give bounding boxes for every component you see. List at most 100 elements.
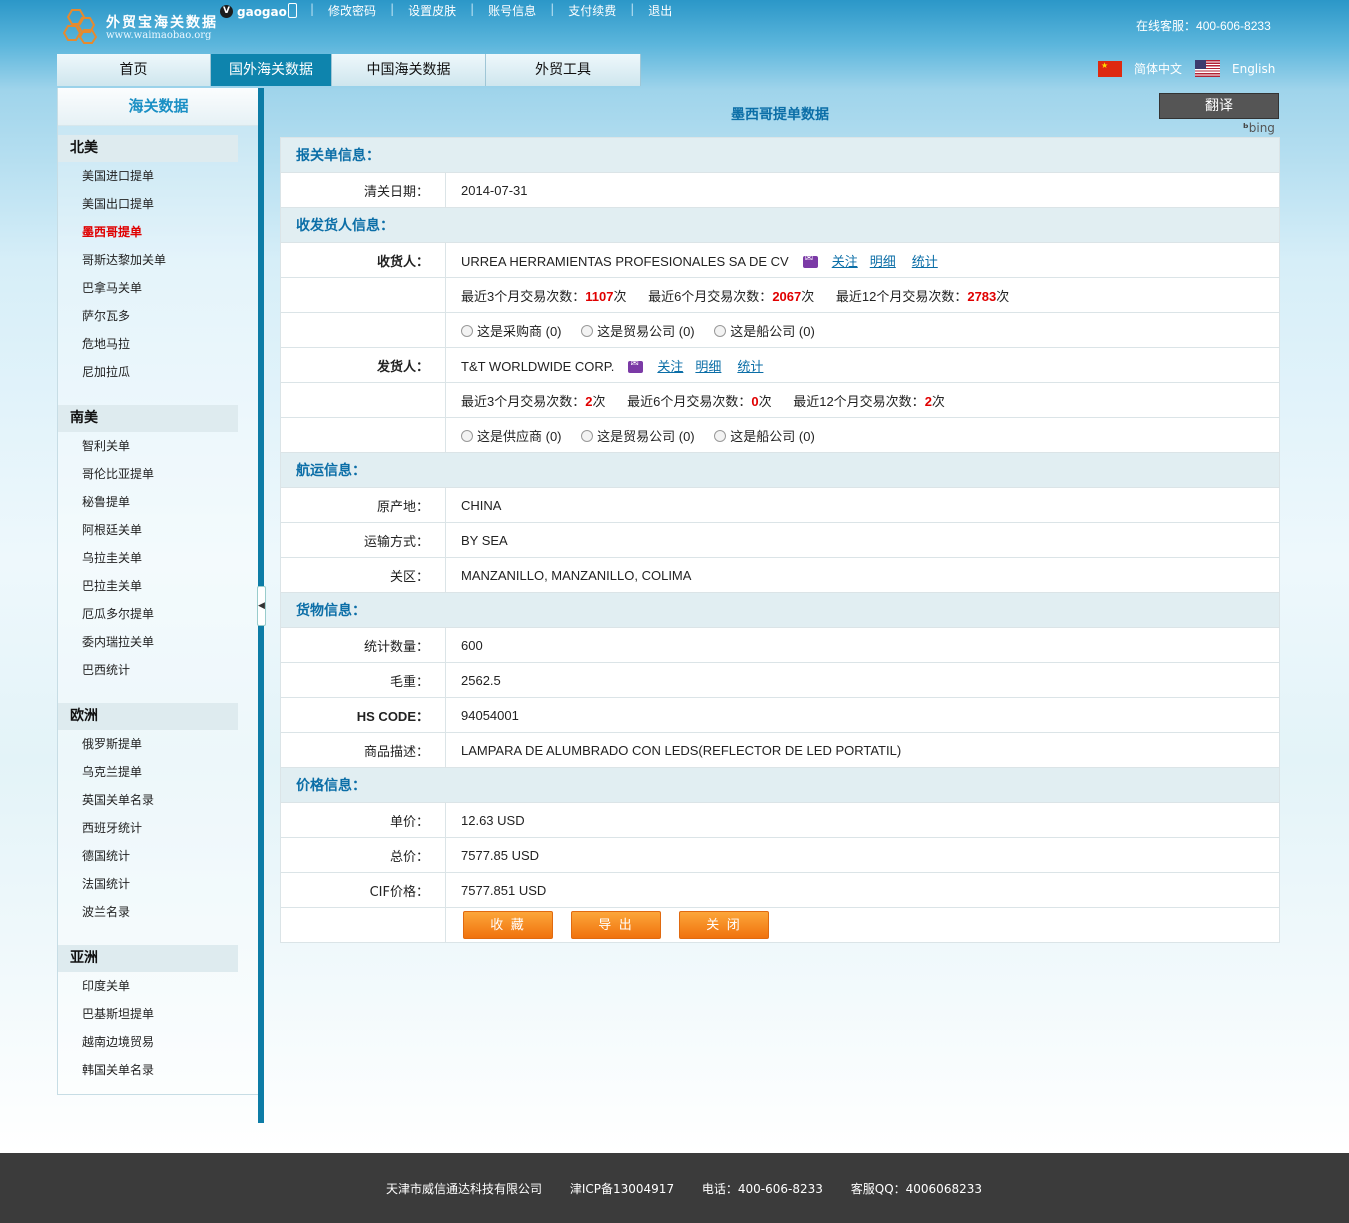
sidebar-item[interactable]: 巴基斯坦提单 [58, 1000, 238, 1028]
message-icon[interactable] [628, 358, 644, 374]
consignee-cell: URREA HERRAMIENTAS PROFESIONALES SA DE C… [445, 242, 1280, 278]
radio-label: 这是采购商 (0) [477, 323, 562, 339]
sidebar-item[interactable]: 巴拉圭关单 [58, 572, 238, 600]
radio-icon[interactable] [461, 324, 473, 337]
footer-icp[interactable]: 津ICP备13004917 [570, 1182, 674, 1196]
username[interactable]: gaogao [237, 5, 287, 19]
clear-date-value: 2014-07-31 [445, 172, 1280, 208]
unit-label: 次 [931, 393, 945, 409]
sidebar-item[interactable]: 厄瓜多尔提单 [58, 600, 238, 628]
radio-icon[interactable] [714, 324, 727, 337]
unit-label: 次 [592, 393, 606, 409]
region-asia: 亚洲 印度关单 巴基斯坦提单 越南边境贸易 韩国关单名录 [58, 945, 238, 1084]
sidebar-item[interactable]: 乌拉圭关单 [58, 544, 238, 572]
sidebar-item[interactable]: 巴西统计 [58, 656, 238, 684]
sidebar-item-active[interactable]: 墨西哥提单 [58, 218, 238, 246]
unit-label: 次 [758, 393, 772, 409]
sidebar-item[interactable]: 阿根廷关单 [58, 516, 238, 544]
tab-china-customs[interactable]: 中国海关数据 [332, 54, 486, 86]
footer-company: 天津市威信通达科技有限公司 [386, 1182, 543, 1196]
consignee-m12-count: 2783 [967, 288, 997, 304]
quantity-label: 统计数量： [280, 627, 446, 663]
sidebar-item[interactable]: 智利关单 [58, 432, 238, 460]
logo-title: 外贸宝海关数据 [106, 15, 218, 31]
radio-supplier[interactable]: 这是供应商 (0) [461, 429, 562, 444]
sidebar-item[interactable]: 萨尔瓦多 [58, 302, 238, 330]
lang-english[interactable]: English [1195, 60, 1275, 77]
translate-button[interactable]: 翻译 [1159, 93, 1279, 119]
page-title: 墨西哥提单数据 [731, 107, 829, 123]
lang-chinese[interactable]: 简体中文 [1098, 60, 1182, 77]
sidebar-item[interactable]: 秘鲁提单 [58, 488, 238, 516]
tab-trade-tools[interactable]: 外贸工具 [486, 54, 641, 86]
sidebar-item[interactable]: 越南边境贸易 [58, 1028, 238, 1056]
sidebar-item[interactable]: 尼加拉瓜 [58, 358, 238, 386]
hotline-number: 400-606-8233 [1196, 19, 1271, 33]
sidebar-item[interactable]: 委内瑞拉关单 [58, 628, 238, 656]
cif-value: 7577.851 USD [445, 872, 1280, 908]
favorite-button[interactable]: 收 藏 [463, 911, 553, 939]
radio-icon[interactable] [581, 429, 594, 442]
radio-icon[interactable] [461, 429, 473, 442]
tab-foreign-customs[interactable]: 国外海关数据 [211, 54, 332, 86]
consignee-detail-link[interactable]: 明细 [870, 254, 896, 269]
sidebar-item[interactable]: 乌克兰提单 [58, 758, 238, 786]
consignee-trade-counts: 最近3个月交易次数：1107次 最近6个月交易次数：2067次 最近12个月交易… [445, 277, 1280, 313]
consignee-name: URREA HERRAMIENTAS PROFESIONALES SA DE C… [461, 253, 789, 269]
radio-icon[interactable] [581, 324, 594, 337]
m12-label: 最近12个月交易次数： [793, 393, 925, 409]
radio-icon[interactable] [714, 429, 727, 442]
shipper-stats-link[interactable]: 统计 [737, 359, 763, 374]
sidebar-item[interactable]: 印度关单 [58, 972, 238, 1000]
change-password-link[interactable]: 修改密码 [314, 2, 390, 19]
sidebar-item[interactable]: 危地马拉 [58, 330, 238, 358]
unit-label: 次 [801, 288, 815, 304]
sidebar-item[interactable]: 波兰名录 [58, 898, 238, 926]
sidebar-item[interactable]: 法国统计 [58, 870, 238, 898]
mobile-icon[interactable] [288, 3, 297, 18]
sidebar-item[interactable]: 韩国关单名录 [58, 1056, 238, 1084]
sidebar-item[interactable]: 哥伦比亚提单 [58, 460, 238, 488]
radio-trading-company[interactable]: 这是贸易公司 (0) [581, 429, 695, 444]
shipper-follow-link[interactable]: 关注 [657, 359, 683, 374]
footer: 天津市威信通达科技有限公司 津ICP备13004917 电话：400-606-8… [0, 1153, 1349, 1223]
sidebar-item[interactable]: 哥斯达黎加关单 [58, 246, 238, 274]
hs-code-label: HS CODE： [280, 697, 446, 733]
tab-home[interactable]: 首页 [57, 54, 211, 86]
total-price-value: 7577.85 USD [445, 837, 1280, 873]
table-row: 单价： 12.63 USD [280, 802, 1280, 838]
sidebar-item[interactable]: 英国关单名录 [58, 786, 238, 814]
account-info-link[interactable]: 账号信息 [474, 2, 550, 19]
collapse-sidebar-icon[interactable]: ◀ [257, 586, 266, 626]
lang-english-label: English [1232, 61, 1276, 76]
logout-link[interactable]: 退出 [634, 2, 686, 19]
close-button[interactable]: 关 闭 [679, 911, 769, 939]
sidebar-item[interactable]: 德国统计 [58, 842, 238, 870]
sidebar-item[interactable]: 巴拿马关单 [58, 274, 238, 302]
sidebar-item[interactable]: 美国出口提单 [58, 190, 238, 218]
us-flag-icon [1195, 60, 1220, 77]
radio-shipping-company[interactable]: 这是船公司 (0) [714, 429, 815, 444]
payment-link[interactable]: 支付续费 [554, 2, 630, 19]
section-shipping: 航运信息： [280, 452, 1280, 488]
export-button[interactable]: 导 出 [571, 911, 661, 939]
radio-buyer[interactable]: 这是采购商 (0) [461, 324, 562, 339]
transport-value: BY SEA [445, 522, 1280, 558]
site-logo[interactable]: 外贸宝海关数据 www.waimaobao.org [62, 8, 222, 46]
unit-label: 次 [996, 288, 1010, 304]
sidebar-item[interactable]: 俄罗斯提单 [58, 730, 238, 758]
radio-shipping-company[interactable]: 这是船公司 (0) [714, 324, 815, 339]
section-price: 价格信息： [280, 767, 1280, 803]
message-icon[interactable] [802, 253, 818, 269]
sidebar-item[interactable]: 美国进口提单 [58, 162, 238, 190]
footer-phone: 电话：400-606-8233 [701, 1182, 823, 1196]
consignee-follow-link[interactable]: 关注 [832, 254, 858, 269]
radio-trading-company[interactable]: 这是贸易公司 (0) [581, 324, 695, 339]
shipper-detail-link[interactable]: 明细 [695, 359, 721, 374]
consignee-stats-link[interactable]: 统计 [912, 254, 938, 269]
online-service: 在线客服：400-606-8233 [1136, 17, 1271, 34]
sidebar-item[interactable]: 西班牙统计 [58, 814, 238, 842]
main-nav: 首页 国外海关数据 中国海关数据 外贸工具 [57, 54, 641, 86]
set-skin-link[interactable]: 设置皮肤 [394, 2, 470, 19]
shipper-m12-count: 2 [924, 393, 932, 409]
